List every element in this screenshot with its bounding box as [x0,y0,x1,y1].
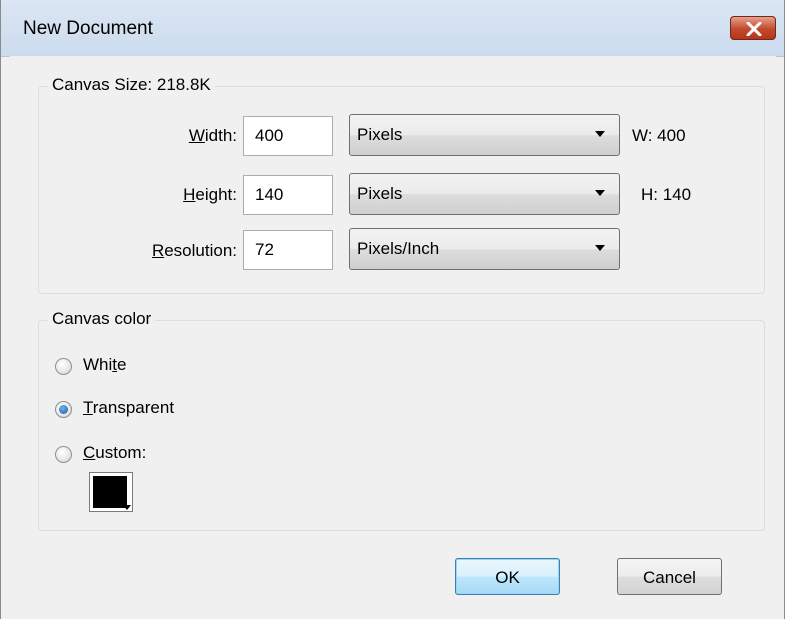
dialog-body: Canvas Size: 218.8K Width: 400 Pixels W:… [10,56,776,612]
dropdown-arrow-icon [595,245,605,251]
custom-radio[interactable] [55,446,72,463]
width-label-text: Width: [188,126,237,145]
custom-color-fill [93,476,127,508]
height-value: 140 [255,185,284,204]
height-input[interactable]: 140 [243,175,333,215]
title-bar[interactable]: New Document [1,0,784,57]
dropdown-arrow-icon [595,190,605,196]
height-readout: H: 140 [641,185,692,204]
width-readout: W: 400 [632,126,686,145]
canvas-size-legend: Canvas Size: 218.8K [48,75,215,95]
canvas-color-group [38,320,765,531]
height-unit-value: Pixels [357,184,403,203]
custom-color-swatch[interactable] [89,472,133,512]
white-radio-label[interactable]: White [83,355,126,375]
resolution-input[interactable]: 72 [243,230,333,270]
chevron-down-icon [123,505,131,510]
white-radio[interactable] [55,358,72,375]
height-label: Height: [150,185,237,205]
resolution-label: Resolution: [100,241,237,261]
ok-button[interactable]: OK [455,558,560,595]
resolution-unit-value: Pixels/Inch [357,239,440,258]
ok-button-label: OK [495,568,520,587]
dropdown-arrow-icon [595,131,605,137]
canvas-color-legend: Canvas color [48,309,156,329]
width-input[interactable]: 400 [243,116,333,156]
width-unit-select[interactable]: Pixels [349,114,620,156]
width-label: Width: [150,126,237,146]
width-value: 400 [255,126,284,145]
custom-radio-label[interactable]: Custom: [83,443,146,463]
transparent-radio-label[interactable]: Transparent [83,398,174,418]
height-unit-select[interactable]: Pixels [349,173,620,215]
resolution-unit-select[interactable]: Pixels/Inch [349,228,620,270]
height-label-text: Height: [183,185,237,204]
close-button[interactable] [730,16,776,40]
cancel-button[interactable]: Cancel [617,558,722,595]
width-unit-value: Pixels [357,125,403,144]
new-document-dialog: New Document Canvas Size: 218.8K Width: … [0,0,785,619]
cancel-button-label: Cancel [643,568,696,587]
window-title: New Document [23,18,153,39]
transparent-radio[interactable] [55,401,72,418]
resolution-label-text: Resolution: [151,241,237,260]
resolution-value: 72 [255,240,274,259]
close-icon [746,22,762,36]
